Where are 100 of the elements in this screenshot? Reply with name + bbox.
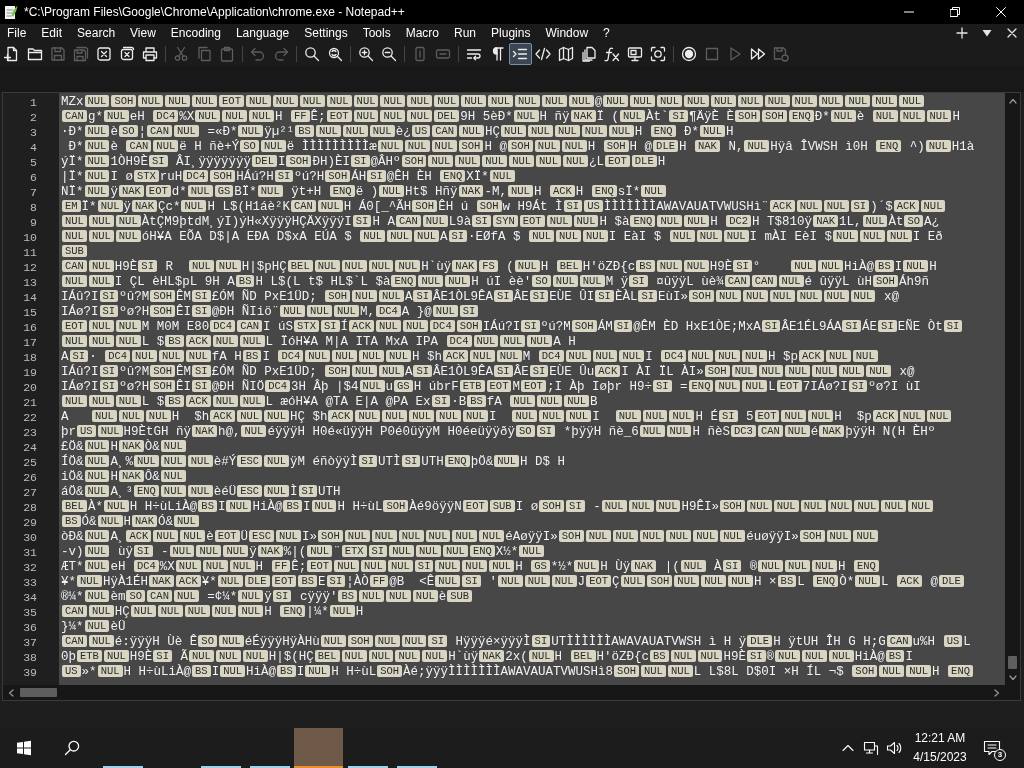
code-line: BS Ó& NUL H NAK Ó& NUL: [61, 515, 200, 530]
line-number: 6: [30, 171, 37, 184]
code-line: CAN NUL HÇ NUL NUL NUL NUL NUL H ENQ |¼* NUL H: [61, 605, 364, 620]
code-line: ®¼* NUL èm SO CAN NUL =¢¼* NUL ÿ SI cÿÿÿ' BS NUL NUL NUL è SUB: [61, 590, 474, 605]
chevron-left-icon[interactable]: [7, 688, 15, 697]
line-number: 39: [23, 666, 37, 679]
line-number: 30: [23, 531, 37, 544]
code-line: }¼* NUL èÜ: [61, 620, 126, 635]
code-line: ýÏ* NUL 1ÒH9È SI ÂI¸ÿÿÿÿÿÿÿ DEL I SOH ÐH)ÈI SI @ÂHº SOH NUL NUL NUL NUL NUL NUL ¿L EOT DLE H: [61, 155, 666, 169]
scrollbar-thumb[interactable]: [1008, 656, 1017, 669]
notification-count: 3: [994, 749, 1006, 761]
code-line: NUL NUL NUL ÀtÇM9þtdM¸ýI)ýH«XÿÿÿHÇÄXÿÿÿI SI H A CAN NUL L9à SI SYN EOT NUL NUL H $à ENQ NUL NUL H DC2 H T$810ÿ NAK 1L, NUL Àt SO A¿: [61, 215, 940, 230]
clock-date[interactable]: 4/15/2023: [913, 748, 967, 767]
line-number: 35: [23, 606, 37, 619]
close-all-icon: [119, 46, 135, 62]
code-line: ·Ð* NUL è SO ¦ CAN NUL =«Ð* NUL ÿµ²¹ BS NUL NUL NUL è¿ US CAN NUL HÇ NUL NUL NUL NUL NUL H ENQ Ð* NUL H: [61, 125, 734, 139]
chevron-down-icon[interactable]: [1008, 674, 1017, 682]
menu-item[interactable]: Language: [228, 24, 297, 42]
line-number: 21: [23, 396, 37, 409]
menu-item[interactable]: Window: [537, 24, 596, 42]
code-line: A NUL NUL NUL H $h ACK NUL NUL HÇ $h ACK NUL NUL NUL NUL NUL I NUL NUL NUL I NUL NUL NUL H É SI 5 EOT NUL NUL H $p ACK NUL NUL: [61, 410, 953, 425]
code-line: áÖ& NUL A¸³ ENQ NUL NUL èéÜ ESC NUL Ì SI UTH: [61, 485, 341, 499]
code-line: Ð* NUL è CAN NUL ë H ñè+Ý SO NUL ë ÌÌÌÌÌÌÌÌÌæ NUL NUL NUL SOH H @ SOH NUL NUL H SOH H @ DLE H NAK N, NUL Hÿâ ÎVWSH ì0H ENQ ^) NUL H1à: [67, 140, 975, 154]
search-icon[interactable]: [64, 740, 80, 756]
line-number: 13: [23, 276, 37, 289]
menu-item[interactable]: File: [0, 24, 34, 42]
close-icon: [1005, 27, 1018, 39]
network-icon[interactable]: [863, 740, 879, 756]
code-line: ¥* NUL HÿÀ1ÉH NAK ACK ¥* NUL DLE EOT BS E SI ¦ÀÒ FF @B <Ê NUL SI ' NUL NUL NUL J EOT Ç NUL SOH NUL NUL NUL H × BS L ENQ Ò* NUL L ACK @ DLE: [61, 575, 965, 590]
scrollbar-thumb[interactable]: [20, 688, 57, 697]
fast-forward-icon: [750, 46, 766, 62]
code-line: £Ö& NUL H NAK Ò& NUL: [61, 440, 187, 455]
clock-time[interactable]: 12:21 AM: [914, 729, 966, 748]
windows-logo-icon[interactable]: [16, 740, 32, 756]
line-number: 8: [30, 201, 37, 214]
code-line: CAN g* NUL eH DC4 %X NUL NUL NUL H FF Ê; EOT NUL NUL NUL DEL 9H 5èÐ* NUL H ñÿ NAK Ï ( NUL Àt` SI ¶ÄÿÈ È SOH SOH ENQ Ð* NUL è NUL NUL NUL H: [61, 110, 960, 125]
code-line: NUL NUL I ÇL èHL$pL 9H A BS H L$(L t$ HL$`L $à ENQ NUL NUL H úI èè' SO NUL NUL M ÿ SI ¤ûÿÿL ùè¾ CAN CAN NUL é ûÿÿL ùH SOH Áh9ñ: [61, 275, 929, 290]
plus-icon: [955, 27, 968, 39]
menu-item[interactable]: Search: [69, 24, 123, 42]
code-line: BEL À* NUL H H÷ùLiÀ@ BS I NUL HiÀ@ BS I NUL H H÷ùL SOH Àé9öÿÿN EOT SUB I ø SOH SI - NUL NUL NUL H9ÊI» SOH NUL NUL NUL NUL NUL NUL NUL: [61, 500, 935, 515]
menu-item[interactable]: Settings: [296, 24, 356, 42]
code-line: EM Ï* NUL ÿ NAK Çc* NUL H L$(H1áè²K CAN NUL H Á0[_^ÃH SOH ÊH ú SOH w H9Át Ì SI US ÌÌÌÌÌÌÌAWAVAUATVWUSHì¨ ACK NUL NUL SI )´$ ACK NUL: [61, 200, 947, 215]
menu-item[interactable]: Tools: [355, 24, 399, 42]
line-number: 14: [23, 291, 37, 304]
chevron-up-icon[interactable]: [1008, 97, 1017, 105]
menu-item[interactable]: Run: [446, 24, 484, 42]
lens-frame-icon: [650, 46, 666, 62]
line-number: 15: [23, 306, 37, 319]
redo-icon: [273, 46, 289, 62]
menu-item[interactable]: Encoding: [163, 24, 229, 42]
code-line: US »* NUL H H÷ùLiÀ@ BS I NUL HiÀ@ BS I NUL H H÷ùL SOH Àé;ÿÿÿÌÌÌÌÌÌÌAWAVAUATVWUSHì8 SOH NUL NUL L L$8L D$0I ×H ÍL ¬$ SOH NUL NUL H ENQ: [61, 665, 974, 680]
record-icon: [681, 46, 697, 62]
line-number: 4: [30, 141, 37, 154]
code-line: ÆT* NUL eH DC4 %X NUL NUL NUL H FF Ê; EOT NUL NUL NUL SI NUL NUL NUL H GS *½* NUL H Ùÿ NAK |( NUL À SI ® NUL NUL NUL H ENQ: [61, 560, 880, 575]
volume-icon[interactable]: [886, 740, 902, 756]
line-number: 28: [23, 501, 37, 514]
vertical-scrollbar[interactable]: [1005, 93, 1020, 685]
line-number: 33: [23, 576, 37, 589]
code-line: A SI · DC4 NUL NUL NUL fA H BS I DC4 NUL NUL NUL NUL H $h ACK NUL NUL M DC4 NUL NUL NUL I DC4 NUL NUL NUL H $p ACK NUL NUL: [61, 350, 879, 365]
menu-item[interactable]: ?: [595, 24, 618, 42]
stop-icon: [704, 46, 720, 62]
line-number: 29: [23, 516, 37, 529]
line-number: 24: [23, 441, 37, 454]
line-number: 3: [30, 126, 37, 139]
code-line: 0þ ETB NUL H9È SI Ã NUL NUL NUL H|$(HÇ BEL NUL NUL NUL NUL H`ùÿ NAK 2x( NUL H BEL H'öZÐ{c BS NUL NUL H9È SI ® NUL NUL NUL HiÀ@ BS I: [61, 650, 913, 664]
chevron-right-icon[interactable]: [993, 688, 1001, 697]
line-number: 16: [23, 321, 37, 334]
function-icon: [604, 46, 620, 62]
triangle-down-icon: [980, 27, 993, 39]
close-file-icon: [96, 46, 112, 62]
map-icon: [558, 46, 574, 62]
line-number: 37: [23, 636, 37, 649]
line-number: 20: [23, 381, 37, 394]
printer-icon: [142, 46, 158, 62]
macro-save-icon: [773, 46, 789, 62]
code-line: òÐ& NUL A¸ ACK NUL NUL è EOT Ü ESC NUL I» SOH NUL NUL NUL NUL NUL NUL éAøÿÿI» SOH NUL NUL NUL NUL NUL NUL éuøÿÿI» SOH NUL NUL: [61, 530, 880, 545]
line-number: 23: [23, 426, 37, 439]
code-line: NÏ* NUL ÿ NAK EOT d* NUL GS BÏ* NUL ÿt+H ENQ ë ) NUL Ht$ Hñÿ NAK -M, NUL H ACK H ENQ sÏ* NUL: [61, 185, 668, 200]
window-title: *C:\Program Files\Google\Chrome\Application\chrome.exe - Notepad++: [24, 4, 405, 21]
menu-item[interactable]: View: [122, 24, 164, 42]
horizontal-scrollbar[interactable]: [3, 685, 1005, 700]
line-number: 11: [23, 246, 37, 259]
indent-guide-button[interactable]: [508, 43, 532, 65]
taskbar-app-button[interactable]: [294, 728, 343, 768]
code-tags-icon: [535, 46, 551, 62]
code-line: ÍÖ& NUL A¸% NUL NUL NUL è#Ý ESC NUL ÿM éñòÿÿÌ SI UTÌ SI UTH ENQ þÖ& NUL H D$ H: [61, 455, 566, 469]
restore-icon: [950, 7, 960, 17]
menu-item[interactable]: Macro: [398, 24, 447, 42]
zoom-out-icon: [381, 46, 397, 62]
code-line: EOT NUL NUL M M0M E80 DC4 CAN I úS STX SI Í ACK NUL NUL DC4 SOH IÁú?I SI ºú?M SOH ÁM SI @ÊM ÈD HxE1ÒE;MxA SI ÂE1ÉL9ÁA SI ÁE SI EÑE Òt SI: [61, 320, 964, 335]
line-number: 12: [23, 261, 37, 274]
zoom-in-icon: [358, 46, 374, 62]
menu-item[interactable]: Plugins: [483, 24, 538, 42]
notification-icon[interactable]: [983, 739, 1001, 757]
line-number: 1: [30, 96, 37, 109]
line-number: 5: [30, 156, 37, 169]
line-number: 17: [23, 336, 37, 349]
line-number: 38: [23, 651, 37, 664]
menu-item[interactable]: Edit: [33, 24, 70, 42]
replace-icon: [327, 46, 343, 62]
